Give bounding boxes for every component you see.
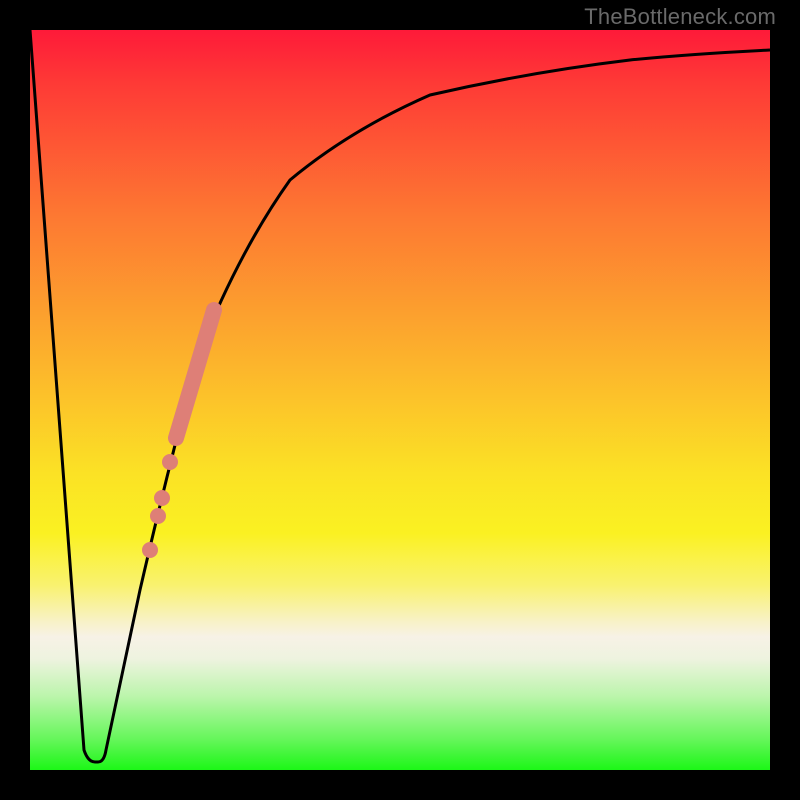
plot-area	[30, 30, 770, 770]
chart-frame: TheBottleneck.com	[0, 0, 800, 800]
curve-path	[30, 30, 770, 762]
highlight-dot	[150, 508, 166, 524]
highlight-dot	[162, 454, 178, 470]
chart-svg	[30, 30, 770, 770]
highlight-dot	[142, 542, 158, 558]
highlight-dot	[154, 490, 170, 506]
watermark-text: TheBottleneck.com	[584, 4, 776, 30]
highlight-segment	[176, 310, 214, 438]
